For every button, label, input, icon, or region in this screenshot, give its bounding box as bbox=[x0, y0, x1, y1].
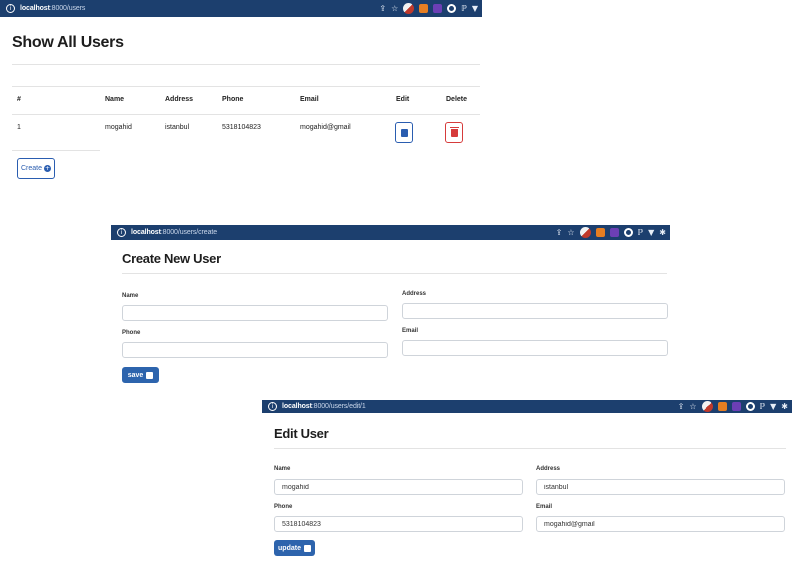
badge-extension-icon[interactable] bbox=[433, 4, 443, 13]
p-extension-icon[interactable]: ℙ bbox=[461, 4, 467, 14]
ring-extension-icon[interactable] bbox=[447, 4, 457, 13]
profile-avatar-icon[interactable] bbox=[579, 227, 591, 238]
share-icon[interactable]: ⇪ bbox=[379, 4, 386, 14]
col-header-email: Email bbox=[300, 96, 319, 103]
browser-toolbar-icons: ⇪ ☆ ℙ ▼ ✱ bbox=[556, 225, 666, 240]
page-title: Create New User bbox=[122, 251, 221, 266]
browser-toolbar-icons: ⇪ ☆ ℙ ▼ bbox=[379, 0, 478, 17]
puzzle-extension-icon[interactable]: ✱ bbox=[659, 228, 666, 238]
title-divider bbox=[274, 448, 786, 449]
browser-toolbar-icons: ⇪ ☆ ℙ ▼ ✱ bbox=[678, 400, 788, 413]
v-extension-icon[interactable]: ▼ bbox=[648, 228, 654, 238]
name-input[interactable] bbox=[122, 305, 388, 321]
ring-extension-icon[interactable] bbox=[745, 402, 755, 411]
p-extension-icon[interactable]: ℙ bbox=[760, 402, 766, 412]
share-icon[interactable]: ⇪ bbox=[678, 402, 685, 412]
table-top-border bbox=[12, 86, 480, 87]
phone-label: Phone bbox=[122, 330, 141, 336]
email-label: Email bbox=[536, 504, 553, 510]
users-list-screenshot: i localhost:8000/users ⇪ ☆ ℙ ▼ Show All … bbox=[0, 0, 482, 186]
star-icon[interactable]: ☆ bbox=[567, 228, 574, 238]
cell-email: mogahid@gmail bbox=[300, 124, 351, 131]
name-label: Name bbox=[122, 293, 139, 299]
address-input[interactable] bbox=[536, 479, 785, 495]
v-extension-icon[interactable]: ▼ bbox=[472, 4, 478, 14]
url-text[interactable]: localhost:8000/users/edit/1 bbox=[282, 403, 366, 410]
url-text[interactable]: localhost:8000/users/create bbox=[131, 229, 217, 236]
create-button[interactable]: Create + bbox=[17, 158, 55, 179]
profile-avatar-icon[interactable] bbox=[701, 401, 713, 412]
browser-address-bar[interactable]: i localhost:8000/users ⇪ ☆ ℙ ▼ bbox=[0, 0, 482, 17]
email-label: Email bbox=[402, 328, 419, 334]
col-header-id: # bbox=[17, 96, 21, 103]
phone-label: Phone bbox=[274, 504, 293, 510]
badge-extension-icon[interactable] bbox=[609, 228, 619, 237]
update-button-label: update bbox=[278, 544, 301, 552]
create-button-label: Create bbox=[20, 165, 42, 172]
cell-id: 1 bbox=[17, 124, 21, 131]
edit-icon bbox=[400, 128, 408, 137]
address-input[interactable] bbox=[402, 303, 668, 319]
phone-input[interactable] bbox=[274, 516, 523, 532]
col-header-delete: Delete bbox=[446, 96, 468, 103]
profile-avatar-icon[interactable] bbox=[403, 3, 415, 14]
title-divider bbox=[122, 273, 667, 274]
cell-name: mogahid bbox=[105, 124, 132, 131]
phone-input[interactable] bbox=[122, 342, 388, 358]
email-input[interactable] bbox=[536, 516, 785, 532]
edit-user-screenshot: i localhost:8000/users/edit/1 ⇪ ☆ ℙ ▼ ✱ … bbox=[262, 400, 792, 566]
cell-address: istanbul bbox=[165, 124, 190, 131]
plus-circle-icon: + bbox=[44, 165, 51, 172]
share-icon[interactable]: ⇪ bbox=[556, 228, 563, 238]
ring-extension-icon[interactable] bbox=[623, 228, 633, 237]
page-title: Edit User bbox=[274, 426, 329, 441]
col-header-name: Name bbox=[105, 96, 125, 103]
star-icon[interactable]: ☆ bbox=[391, 4, 398, 14]
address-label: Address bbox=[536, 466, 561, 472]
name-label: Name bbox=[274, 466, 291, 472]
edit-button[interactable] bbox=[395, 122, 413, 143]
address-label: Address bbox=[402, 291, 427, 297]
info-icon[interactable]: i bbox=[117, 228, 126, 237]
fox-extension-icon[interactable] bbox=[595, 228, 605, 237]
col-header-edit: Edit bbox=[396, 96, 410, 103]
info-icon[interactable]: i bbox=[6, 4, 15, 13]
col-header-phone: Phone bbox=[222, 96, 244, 103]
row-border bbox=[12, 150, 100, 151]
star-icon[interactable]: ☆ bbox=[689, 402, 696, 412]
page-title: Show All Users bbox=[12, 34, 124, 51]
delete-button[interactable] bbox=[445, 122, 463, 143]
create-user-screenshot: i localhost:8000/users/create ⇪ ☆ ℙ ▼ ✱ … bbox=[111, 225, 670, 390]
fox-extension-icon[interactable] bbox=[419, 4, 429, 13]
update-button[interactable]: update bbox=[274, 540, 315, 556]
p-extension-icon[interactable]: ℙ bbox=[638, 228, 644, 238]
badge-extension-icon[interactable] bbox=[731, 402, 741, 411]
col-header-address: Address bbox=[165, 96, 194, 103]
save-disk-icon bbox=[146, 371, 154, 379]
url-text[interactable]: localhost:8000/users bbox=[20, 5, 85, 12]
save-button-label: save bbox=[127, 371, 144, 379]
trash-icon bbox=[449, 126, 459, 137]
header-row-border bbox=[12, 114, 480, 115]
save-disk-icon bbox=[303, 544, 311, 552]
puzzle-extension-icon[interactable]: ✱ bbox=[781, 402, 788, 412]
email-input[interactable] bbox=[402, 340, 668, 356]
info-icon[interactable]: i bbox=[268, 402, 277, 411]
fox-extension-icon[interactable] bbox=[717, 402, 727, 411]
name-input[interactable] bbox=[274, 479, 523, 495]
browser-address-bar[interactable]: i localhost:8000/users/create ⇪ ☆ ℙ ▼ ✱ bbox=[111, 225, 670, 240]
title-divider bbox=[12, 64, 480, 65]
cell-phone: 5318104823 bbox=[222, 124, 261, 131]
save-button[interactable]: save bbox=[122, 367, 159, 383]
browser-address-bar[interactable]: i localhost:8000/users/edit/1 ⇪ ☆ ℙ ▼ ✱ bbox=[262, 400, 792, 413]
v-extension-icon[interactable]: ▼ bbox=[770, 402, 776, 412]
